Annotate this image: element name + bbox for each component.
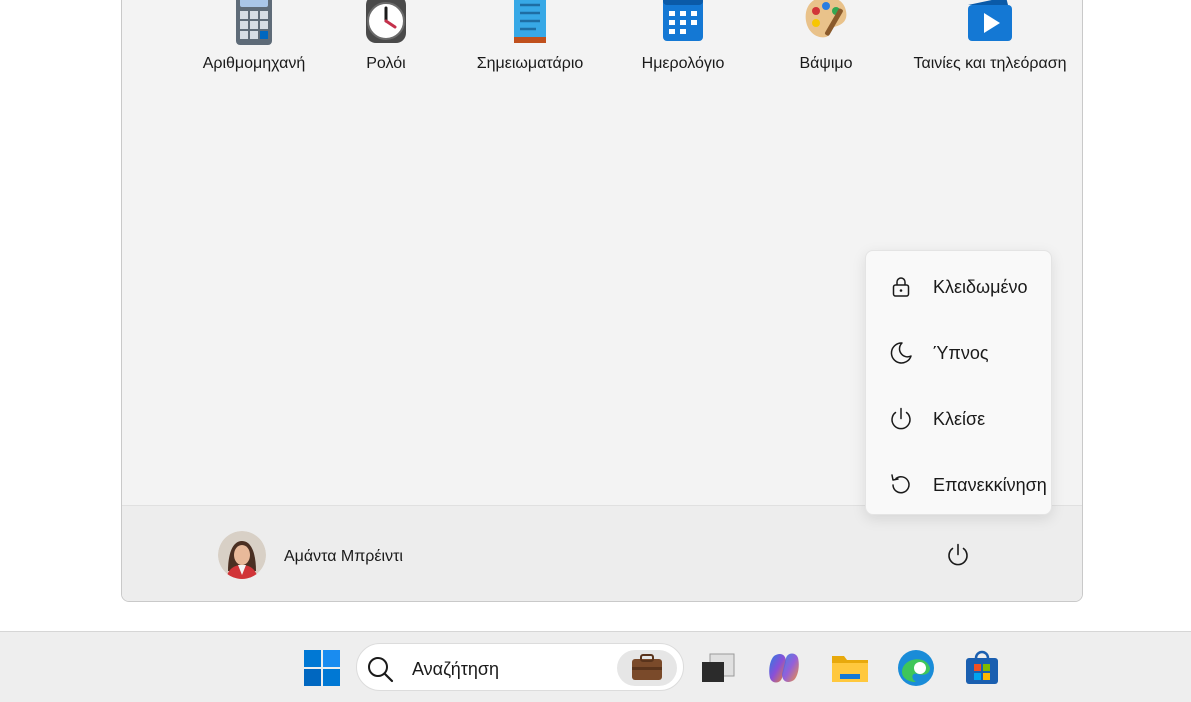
search-placeholder: Αναζήτηση	[412, 659, 499, 679]
user-name[interactable]: Αμάντα Μπρέιντι	[284, 548, 403, 566]
edge-icon[interactable]	[896, 648, 936, 688]
movies-tv-icon	[968, 0, 1012, 41]
power-icon	[891, 407, 911, 430]
power-menu: Κλειδωμένο Ύπνος Κλείσε Επανεκκίνηση	[865, 250, 1052, 515]
power-menu-label: Επανεκκίνηση	[933, 475, 1047, 495]
avatar-image	[218, 531, 266, 579]
search-icon	[368, 657, 394, 683]
notepad-icon	[514, 0, 546, 43]
lock-icon	[892, 277, 910, 297]
power-menu-item-sleep[interactable]: Ύπνος	[866, 328, 1051, 378]
power-menu-item-shutdown[interactable]: Κλείσε	[866, 394, 1051, 444]
power-icon[interactable]	[945, 542, 971, 568]
clock-icon	[366, 0, 406, 43]
restart-icon	[891, 474, 910, 494]
task-view-icon[interactable]	[698, 648, 738, 688]
taskbar-search[interactable]: Αναζήτηση	[356, 643, 684, 691]
app-label: Βάψιμο	[799, 55, 853, 72]
file-explorer-icon[interactable]	[830, 648, 870, 688]
app-label: Ημερολόγιο	[641, 55, 725, 72]
power-menu-label: Κλειδωμένο	[933, 277, 1028, 297]
store-icon[interactable]	[962, 648, 1002, 688]
app-label: Σημειωματάριο	[476, 55, 584, 72]
app-label: Ταινίες και τηλεόραση	[913, 55, 1067, 72]
search-highlight-button[interactable]	[617, 650, 677, 686]
windows-start-icon[interactable]	[302, 648, 342, 688]
paint-icon	[805, 0, 847, 38]
moon-icon	[890, 342, 912, 364]
user-avatar[interactable]	[218, 531, 266, 579]
power-menu-item-lock[interactable]: Κλειδωμένο	[866, 262, 1051, 312]
power-menu-item-restart[interactable]: Επανεκκίνηση	[866, 460, 1051, 510]
copilot-icon[interactable]	[764, 648, 804, 688]
calendar-icon	[663, 0, 703, 41]
taskbar: Αναζήτηση	[0, 631, 1191, 702]
calculator-icon	[236, 0, 272, 45]
power-menu-label: Κλείσε	[933, 409, 986, 429]
power-menu-label: Ύπνος	[933, 343, 989, 363]
app-label: Αριθμομηχανή	[202, 55, 306, 72]
start-footer: Αμάντα Μπρέιντι	[122, 505, 1082, 601]
app-label: Ρολόι	[366, 55, 406, 72]
briefcase-icon	[632, 654, 662, 680]
